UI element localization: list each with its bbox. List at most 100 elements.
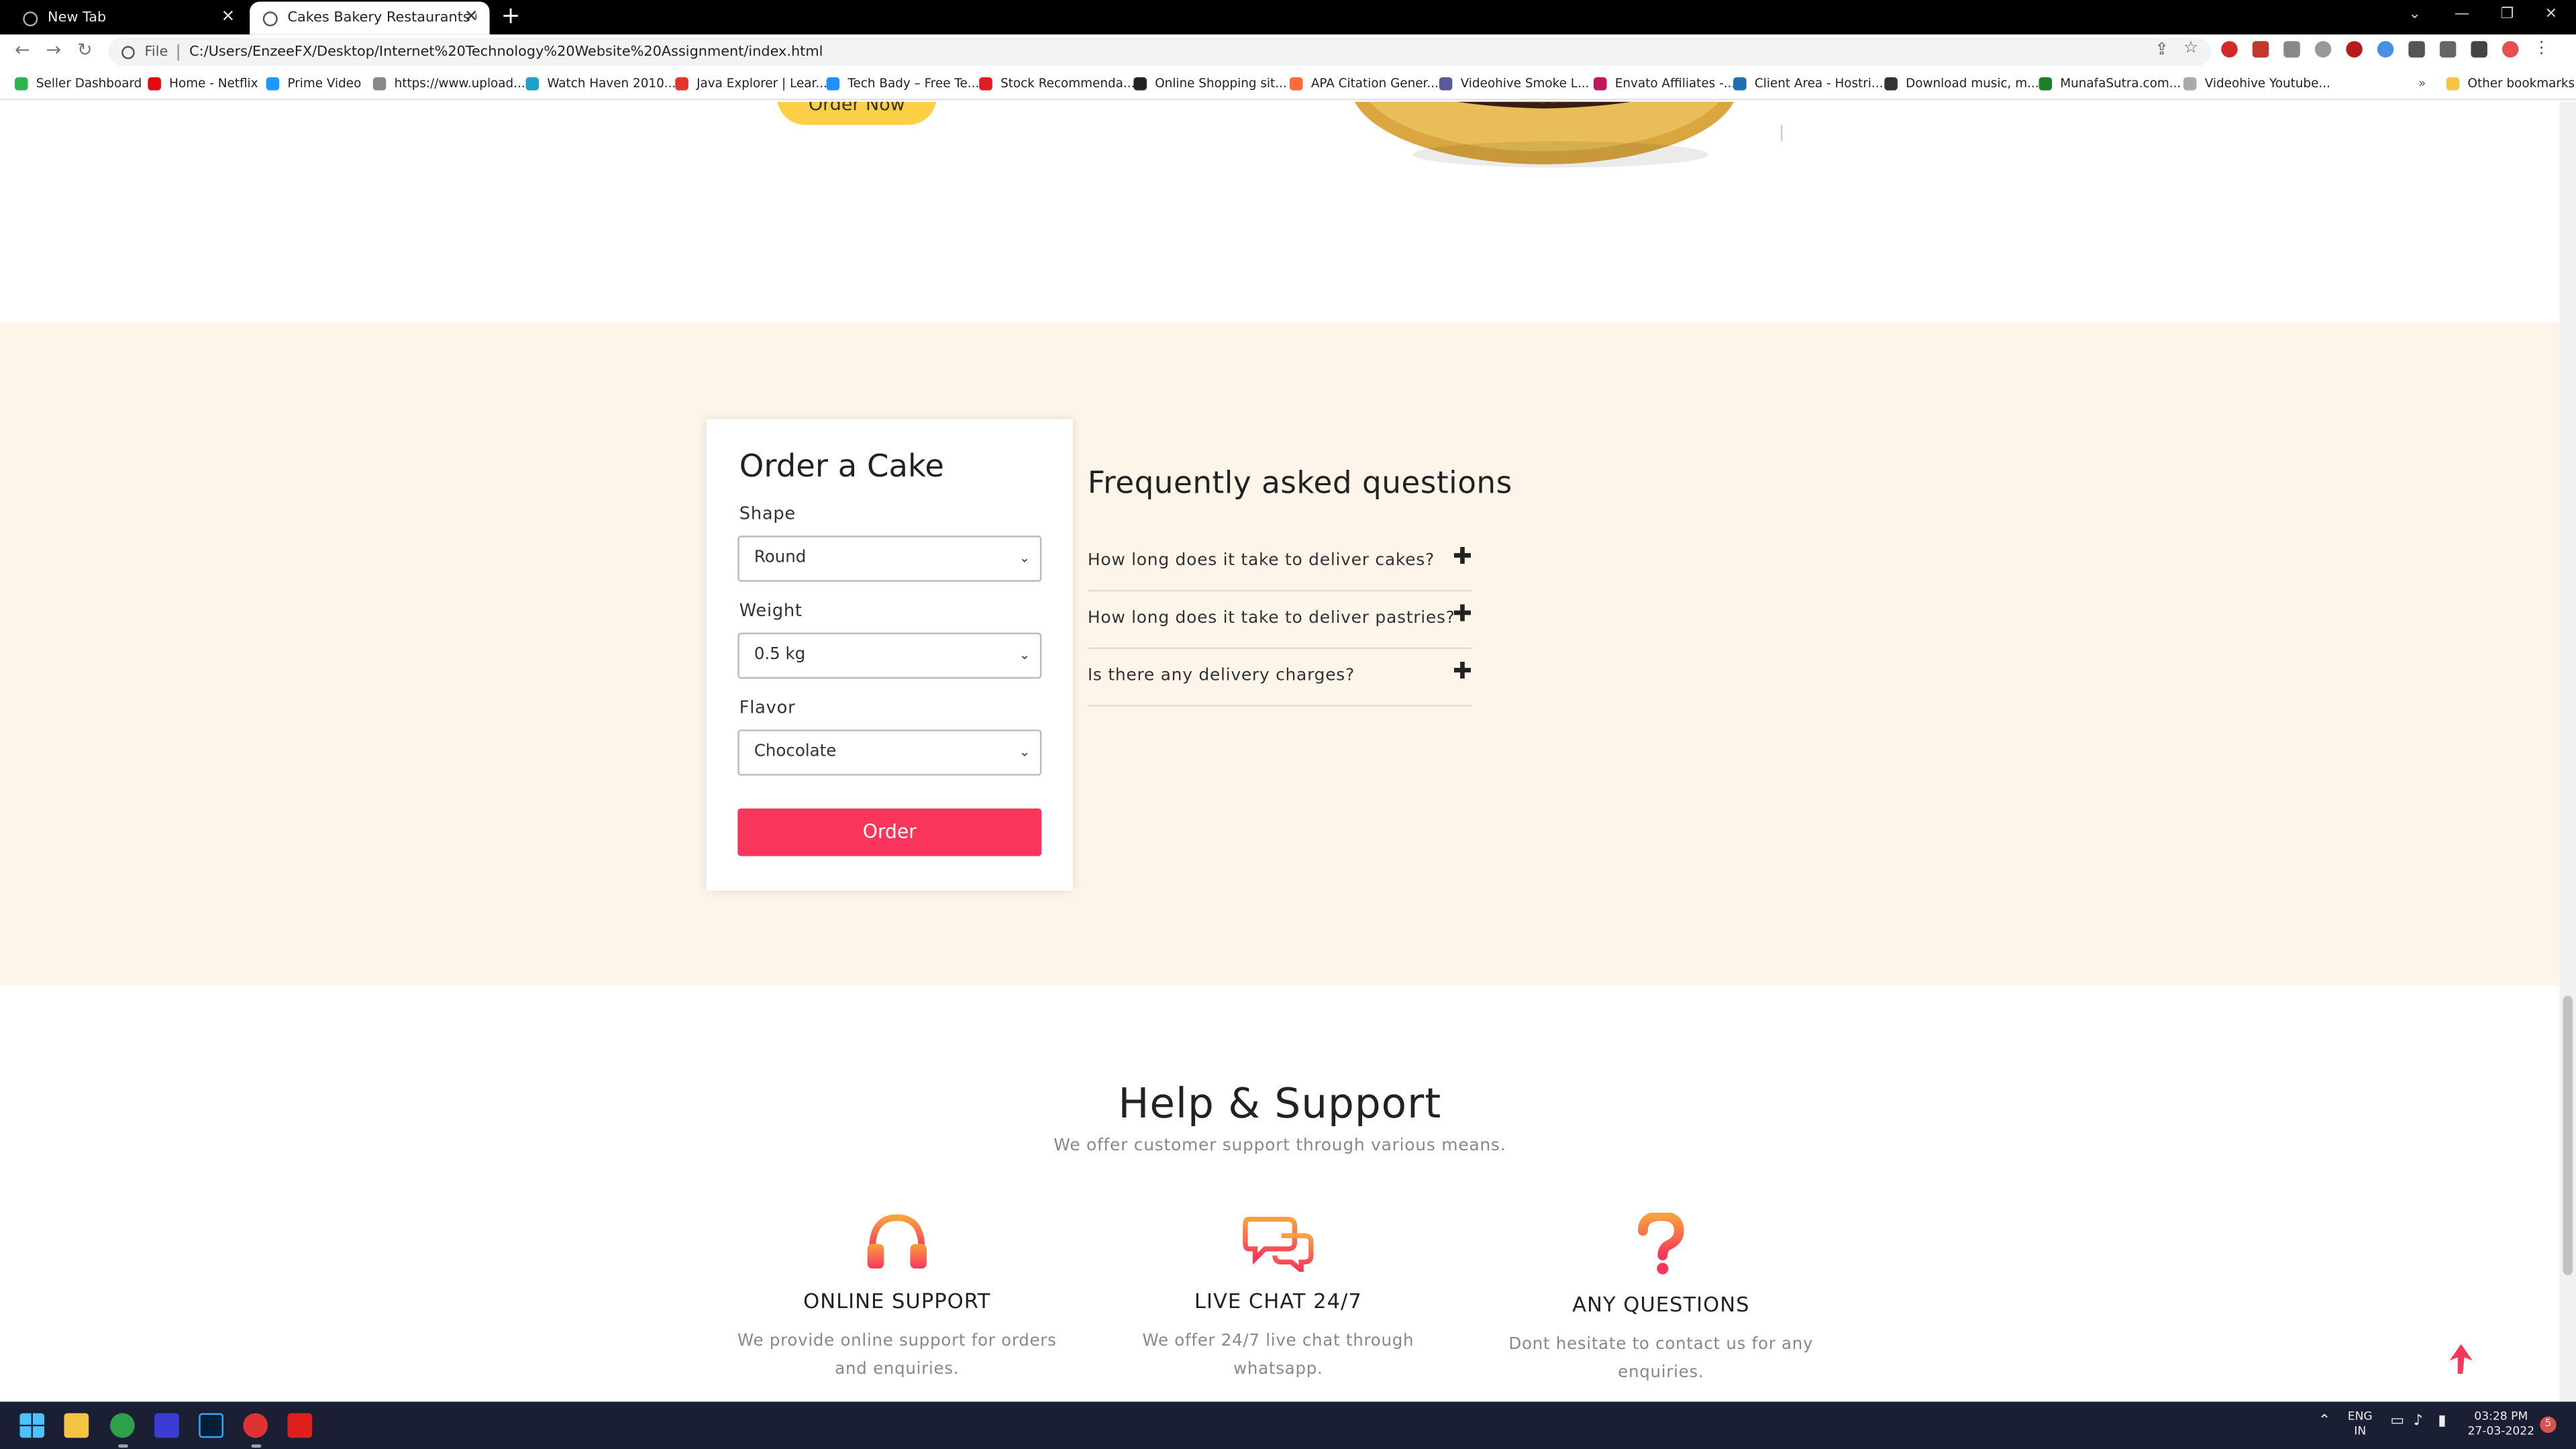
other-bookmarks[interactable]: Other bookmarks bbox=[2446, 76, 2575, 91]
divider bbox=[1781, 125, 1783, 142]
plus-icon[interactable]: ✚ bbox=[1453, 544, 1472, 570]
bookmark-favicon-icon bbox=[1593, 76, 1607, 90]
minimize-icon[interactable]: — bbox=[2455, 7, 2469, 23]
side-panel-icon[interactable] bbox=[2471, 41, 2487, 58]
feature-title: LIVE CHAT 24/7 bbox=[1194, 1288, 1362, 1313]
battery-icon[interactable]: ▮ bbox=[2438, 1414, 2446, 1430]
screen-recorder-icon[interactable] bbox=[243, 1413, 268, 1438]
page-viewport: Order Now Order a Cake Shape Round ⌄ Wei… bbox=[0, 101, 2560, 1402]
bookmark-item[interactable]: Home - Netflix bbox=[148, 76, 258, 91]
tab-cakes-bakery[interactable]: Cakes Bakery Restaurants Categ... ✕ bbox=[250, 1, 490, 35]
shape-select[interactable]: Round ⌄ bbox=[737, 536, 1042, 582]
browser-tab-strip: New Tab ✕ Cakes Bakery Restaurants Categ… bbox=[0, 0, 2576, 35]
bookmark-label: Client Area - Hostri... bbox=[1754, 75, 1884, 91]
photoshop-icon[interactable] bbox=[199, 1413, 223, 1438]
extension-icon[interactable] bbox=[2314, 41, 2332, 58]
extension-icon[interactable] bbox=[2377, 41, 2394, 58]
order-submit-button[interactable]: Order bbox=[737, 808, 1042, 856]
order-cake-card: Order a Cake Shape Round ⌄ Weight 0.5 kg… bbox=[706, 419, 1073, 891]
feature-any-questions: ANY QUESTIONS Dont hesitate to contact u… bbox=[1496, 1212, 1825, 1387]
back-to-top-icon[interactable] bbox=[2446, 1341, 2476, 1377]
reading-list-icon[interactable] bbox=[2439, 41, 2457, 58]
volume-icon[interactable]: ♪ bbox=[2414, 1414, 2423, 1430]
amazon-music-icon[interactable] bbox=[154, 1413, 179, 1438]
address-bar[interactable]: File C:/Users/EnzeeFX/Desktop/Internet%2… bbox=[108, 38, 2212, 66]
feature-online-support: ONLINE SUPPORT We provide online support… bbox=[733, 1213, 1062, 1384]
close-window-icon[interactable]: ✕ bbox=[2545, 7, 2557, 23]
flavor-label: Flavor bbox=[739, 698, 796, 718]
puzzle-icon[interactable] bbox=[2408, 41, 2425, 58]
extension-icon[interactable] bbox=[2221, 41, 2238, 58]
bookmark-item[interactable]: APA Citation Gener... bbox=[1289, 76, 1439, 91]
help-support-subtitle: We offer customer support through variou… bbox=[1053, 1137, 1506, 1156]
faq-item[interactable]: How long does it take to deliver cakes? … bbox=[1087, 534, 1472, 592]
bookmark-item[interactable]: Online Shopping sit... bbox=[1133, 76, 1287, 91]
extension-icon[interactable] bbox=[2252, 41, 2269, 58]
bookmark-item[interactable]: Seller Dashboard bbox=[15, 76, 142, 91]
bookmark-item[interactable]: Videohive Youtube... bbox=[2183, 76, 2330, 91]
reload-icon[interactable]: ↻ bbox=[77, 40, 93, 61]
bookmark-item[interactable]: https://www.upload... bbox=[372, 76, 525, 91]
order-now-button[interactable]: Order Now bbox=[777, 101, 937, 126]
url-text[interactable]: C:/Users/EnzeeFX/Desktop/Internet%20Tech… bbox=[189, 44, 823, 60]
profile-icon[interactable] bbox=[2502, 41, 2519, 58]
bookmark-label: Watch Haven 2010... bbox=[547, 75, 676, 91]
windows-start-icon[interactable] bbox=[19, 1413, 45, 1438]
bookmark-label: Java Explorer | Lear... bbox=[697, 75, 827, 91]
close-tab-icon[interactable]: ✕ bbox=[221, 8, 236, 26]
clock-date: 27-03-2022 bbox=[2467, 1424, 2535, 1438]
faq-item[interactable]: How long does it take to deliver pastrie… bbox=[1087, 591, 1472, 650]
extension-icon[interactable] bbox=[2346, 41, 2363, 58]
bookmark-favicon-icon bbox=[2183, 76, 2197, 90]
file-explorer-icon[interactable] bbox=[64, 1413, 89, 1438]
scrollbar-thumb[interactable] bbox=[2563, 995, 2573, 1275]
bookmark-item[interactable]: Envato Affiliates -... bbox=[1593, 75, 1736, 91]
bookmark-label: Stock Recommenda... bbox=[1000, 75, 1135, 91]
new-tab-button[interactable]: + bbox=[501, 3, 521, 30]
extension-icon[interactable] bbox=[2283, 41, 2300, 58]
kebab-menu-icon[interactable]: ⋮ bbox=[2533, 40, 2549, 57]
extensions-row: ⋮ bbox=[2221, 40, 2550, 58]
tab-search-icon[interactable]: ⌄ bbox=[2408, 7, 2420, 23]
notification-badge[interactable]: 5 bbox=[2540, 1416, 2557, 1434]
bookmark-item[interactable]: Download music, m... bbox=[1884, 76, 2039, 91]
info-icon[interactable] bbox=[121, 45, 135, 58]
active-indicator bbox=[251, 1444, 262, 1448]
feature-description: We provide online support for orders and… bbox=[737, 1332, 1057, 1379]
back-arrow-icon[interactable]: ← bbox=[15, 40, 30, 61]
tray-overflow-icon[interactable]: ⌃ bbox=[2318, 1414, 2330, 1430]
bookmark-item[interactable]: Videohive Smoke L... bbox=[1439, 76, 1589, 91]
clock[interactable]: 03:28 PM 27-03-2022 bbox=[2467, 1410, 2534, 1440]
flavor-select[interactable]: Chocolate ⌄ bbox=[737, 730, 1042, 776]
bookmark-item[interactable]: Tech Bady – Free Te... bbox=[826, 76, 979, 91]
chrome-icon[interactable] bbox=[110, 1413, 135, 1438]
browser-toolbar: ← → ↻ File C:/Users/EnzeeFX/Desktop/Inte… bbox=[0, 34, 2576, 69]
tab-new-tab[interactable]: New Tab ✕ bbox=[10, 1, 247, 34]
acrobat-icon[interactable] bbox=[287, 1413, 313, 1438]
bookmark-item[interactable]: Stock Recommenda... bbox=[979, 76, 1135, 91]
bookmark-item[interactable]: MunafaSutra.com... bbox=[2039, 76, 2181, 91]
chevron-down-icon: ⌄ bbox=[1019, 550, 1031, 566]
order-faq-section: Order a Cake Shape Round ⌄ Weight 0.5 kg… bbox=[0, 321, 2560, 987]
close-tab-icon[interactable]: ✕ bbox=[464, 8, 478, 26]
bookmark-label: Envato Affiliates -... bbox=[1614, 75, 1736, 91]
more-bookmarks-icon[interactable]: » bbox=[2418, 76, 2426, 91]
network-icon[interactable]: ▭ bbox=[2390, 1414, 2404, 1430]
bookmark-item[interactable]: Watch Haven 2010... bbox=[525, 76, 676, 91]
bookmark-favicon-icon bbox=[525, 76, 539, 90]
bookmark-label: Home - Netflix bbox=[169, 75, 258, 91]
plus-icon[interactable]: ✚ bbox=[1453, 659, 1472, 685]
restore-icon[interactable]: ❐ bbox=[2500, 7, 2514, 23]
faq-item[interactable]: Is there any delivery charges? ✚ bbox=[1087, 649, 1472, 707]
bookmark-item[interactable]: Prime Video bbox=[266, 76, 361, 91]
clock-time: 03:28 PM bbox=[2474, 1409, 2528, 1423]
weight-select[interactable]: 0.5 kg ⌄ bbox=[737, 632, 1042, 679]
bookmark-item[interactable]: Java Explorer | Lear... bbox=[675, 76, 827, 91]
share-icon[interactable]: ⇪ bbox=[2155, 41, 2169, 59]
forward-arrow-icon[interactable]: → bbox=[46, 40, 62, 61]
bookmark-item[interactable]: Client Area - Hostri... bbox=[1733, 76, 1883, 91]
language-indicator[interactable]: ENG IN bbox=[2348, 1410, 2373, 1440]
star-icon[interactable]: ☆ bbox=[2183, 40, 2198, 58]
page-scrollbar[interactable] bbox=[2559, 101, 2576, 1402]
plus-icon[interactable]: ✚ bbox=[1453, 601, 1472, 628]
